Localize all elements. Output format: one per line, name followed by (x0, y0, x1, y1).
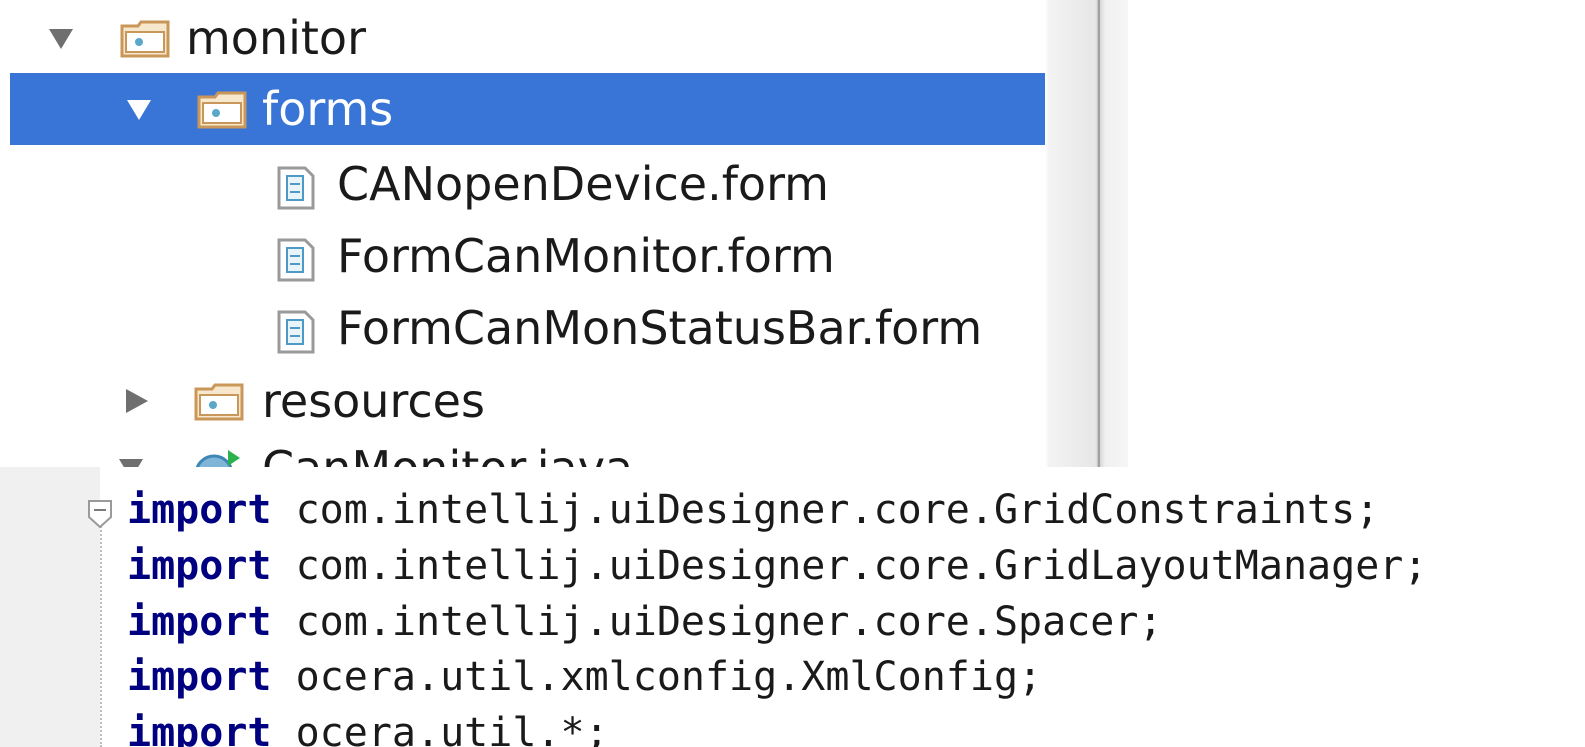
project-tree: monitor forms CANopenDevice.form FormCan… (0, 0, 1045, 467)
panel-splitter[interactable] (1045, 0, 1128, 467)
tree-item-label: FormCanMonitor.form (337, 229, 835, 283)
code-line: import com.intellij.uiDesigner.core.Grid… (127, 539, 1427, 593)
code-text: com.intellij.uiDesigner.core.GridLayoutM… (271, 543, 1428, 589)
package-folder-icon (120, 20, 170, 62)
code-text: ocera.util.xmlconfig.XmlConfig; (271, 654, 1043, 700)
tree-item-label: CANopenDevice.form (337, 157, 829, 211)
tree-item-canopendevice-form[interactable]: CANopenDevice.form (0, 148, 1045, 220)
tree-item-label: FormCanMonStatusBar.form (337, 301, 983, 355)
code-line: import com.intellij.uiDesigner.core.Spac… (127, 595, 1163, 649)
tree-item-canmonitor-java[interactable]: CanMonitor.java (0, 432, 1045, 467)
code-text: com.intellij.uiDesigner.core.Spacer; (271, 599, 1163, 645)
code-line: import ocera.util.*; (127, 706, 609, 747)
keyword: import (127, 487, 272, 533)
code-line: import com.intellij.uiDesigner.core.Grid… (127, 483, 1379, 537)
expanded-triangle-icon[interactable] (125, 95, 153, 123)
tree-item-formcanmonstatusbar-form[interactable]: FormCanMonStatusBar.form (0, 292, 1045, 364)
form-file-icon (277, 310, 315, 358)
tree-item-label: resources (262, 374, 485, 428)
package-folder-icon (197, 91, 247, 133)
code-text: ocera.util.*; (271, 710, 609, 747)
keyword: import (127, 710, 272, 747)
keyword: import (127, 543, 272, 589)
tree-item-resources[interactable]: resources (0, 365, 1045, 437)
fold-collapse-icon[interactable] (87, 499, 113, 529)
form-file-icon (277, 166, 315, 214)
keyword: import (127, 654, 272, 700)
code-editor[interactable]: import com.intellij.uiDesigner.core.Grid… (0, 467, 1585, 747)
code-line: import ocera.util.xmlconfig.XmlConfig; (127, 650, 1042, 704)
expanded-triangle-icon[interactable] (117, 454, 145, 467)
form-file-icon (277, 238, 315, 286)
package-folder-icon (194, 383, 244, 425)
tree-item-label: CanMonitor.java (262, 438, 633, 467)
collapsed-triangle-icon[interactable] (122, 387, 150, 415)
tree-item-label: monitor (186, 11, 366, 65)
tree-item-monitor[interactable]: monitor (0, 2, 1045, 74)
expanded-triangle-icon[interactable] (47, 24, 75, 52)
fold-guide-line (100, 511, 102, 747)
splitter-grip[interactable] (1098, 0, 1100, 467)
tree-item-forms[interactable]: forms (10, 73, 1045, 145)
tree-item-label: forms (262, 82, 394, 136)
editor-gutter (0, 467, 100, 747)
tree-item-formcanmonitor-form[interactable]: FormCanMonitor.form (0, 220, 1045, 292)
code-text: com.intellij.uiDesigner.core.GridConstra… (271, 487, 1380, 533)
keyword: import (127, 599, 272, 645)
runnable-class-icon (192, 450, 242, 467)
